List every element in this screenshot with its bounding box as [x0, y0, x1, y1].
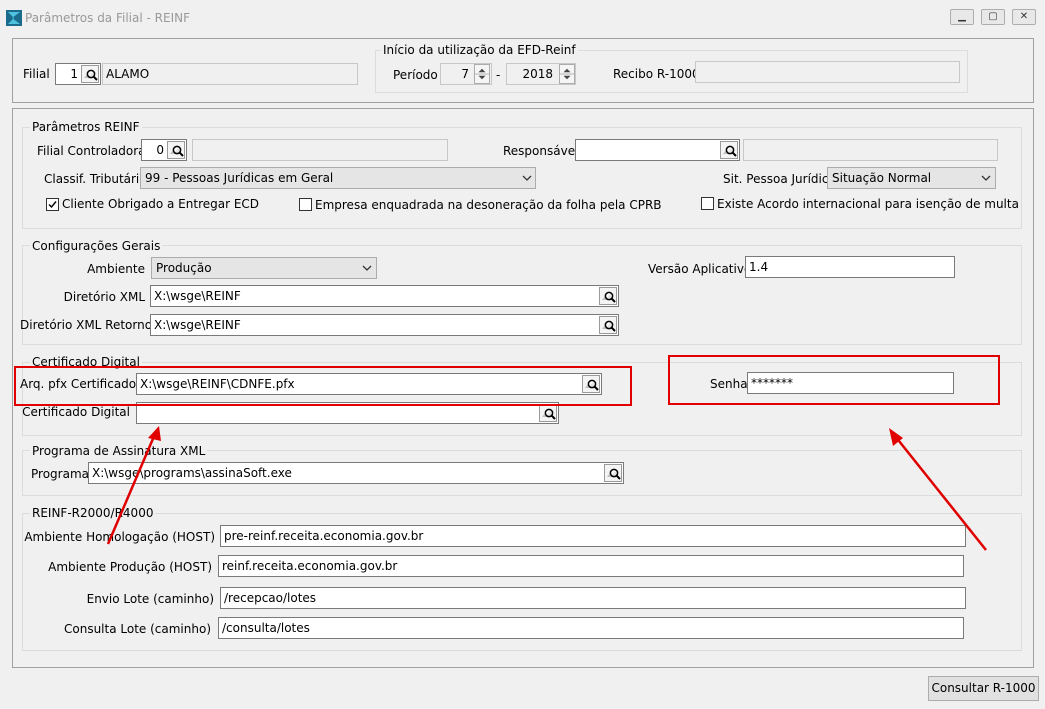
- annotation-arrowhead-left: [148, 426, 161, 441]
- annotation-arrow-right: [894, 435, 987, 551]
- annotation-arrow-left: [106, 433, 157, 545]
- annotation-arrows: [106, 426, 987, 551]
